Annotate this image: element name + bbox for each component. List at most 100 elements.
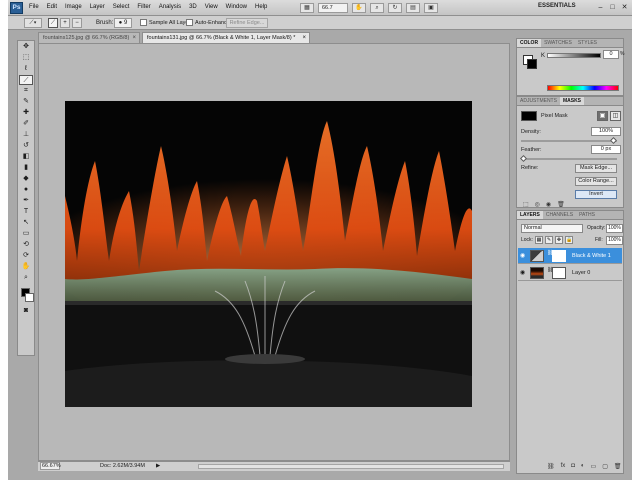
rotate-view-icon[interactable]: ↻ [388,3,402,13]
tab-styles[interactable]: STYLES [575,39,600,47]
zoom-tool-icon[interactable]: ⌕ [370,3,384,13]
density-field[interactable]: 100% [591,127,621,136]
healing-brush-tool-icon[interactable]: ✚ [19,108,33,118]
tab-color[interactable]: COLOR [517,39,542,47]
3d-orbit-tool-icon[interactable]: ⟳ [19,251,33,261]
new-selection-icon[interactable]: ⟋ [48,18,58,28]
type-tool-icon[interactable]: T [19,207,33,217]
visibility-eye-icon[interactable]: ◉ [520,269,525,276]
new-adjustment-icon[interactable]: ◐ [581,463,585,470]
menu-help[interactable]: Help [255,4,267,10]
color-ramp[interactable] [547,85,619,91]
gradient-tool-icon[interactable]: ▮ [19,163,33,173]
screen-mode-icon[interactable]: ▣ [424,3,438,13]
panel-background-swatch[interactable] [527,59,537,69]
maximize-icon[interactable]: □ [608,3,617,12]
history-brush-tool-icon[interactable]: ↺ [19,141,33,151]
lock-position-icon[interactable]: ✥ [555,236,563,244]
pixel-mask-icon[interactable]: ▣ [597,111,608,121]
channel-value-field[interactable]: 0 [603,50,619,59]
new-layer-icon[interactable]: ▢ [602,463,608,470]
close-icon[interactable]: ✕ [620,3,629,12]
layer-mask-thumbnail[interactable] [552,267,566,279]
marquee-tool-icon[interactable]: ⬚ [19,53,33,63]
eraser-tool-icon[interactable]: ◧ [19,152,33,162]
lock-all-icon[interactable]: 🔒 [565,236,573,244]
disable-mask-icon[interactable]: ◉ [546,201,551,208]
mask-edge-button[interactable]: Mask Edge... [575,164,617,173]
blend-mode-select[interactable]: Normal [521,224,583,233]
tab-masks[interactable]: MASKS [559,97,585,105]
load-selection-icon[interactable]: ⬚ [523,201,529,208]
menu-image[interactable]: Image [65,4,82,10]
new-group-icon[interactable]: ▭ [591,463,597,470]
density-slider[interactable] [521,136,618,145]
menu-filter[interactable]: Filter [137,4,150,10]
quick-selection-tool-icon[interactable]: ⟋ [19,75,33,85]
feather-slider-knob[interactable] [519,154,528,163]
tab-swatches[interactable]: SWATCHES [541,39,575,47]
link-icon[interactable]: ⛓ [547,267,553,279]
status-menu-arrow-icon[interactable]: ▶ [156,462,160,471]
visibility-eye-icon[interactable]: ◉ [520,252,525,259]
feather-field[interactable]: 0 px [591,145,621,154]
menu-select[interactable]: Select [113,4,130,10]
crop-tool-icon[interactable]: ⌗ [19,86,33,96]
status-zoom-field[interactable]: 66.67% [40,462,61,470]
background-color-swatch[interactable] [25,293,34,302]
workspace-switcher[interactable]: ESSENTIALS [538,3,576,9]
menu-window[interactable]: Window [226,4,247,10]
fill-field[interactable]: 100% [606,236,623,245]
layer-row-layer-0[interactable]: ◉ ⛓ Layer 0 [518,265,622,281]
layer-name[interactable]: Layer 0 [572,270,590,276]
close-tab-icon[interactable]: × [132,33,136,43]
color-swatches[interactable] [18,287,34,305]
menu-analysis[interactable]: Analysis [159,4,181,10]
dodge-tool-icon[interactable]: ● [19,185,33,195]
hand-tool-icon[interactable]: ✋ [19,262,33,272]
tab-paths[interactable]: PATHS [576,211,598,219]
hand-tool-icon[interactable]: ✋ [352,3,366,13]
menu-edit[interactable]: Edit [47,4,57,10]
invert-button[interactable]: Invert [575,190,617,199]
opacity-field[interactable]: 100% [606,224,623,233]
zoom-level-field[interactable]: 66.7 [318,3,348,13]
lasso-tool-icon[interactable]: ℓ [19,64,33,74]
move-tool-icon[interactable]: ✥ [19,42,33,52]
link-icon[interactable]: ⛓ [547,250,553,262]
quick-mask-icon[interactable]: ◙ [19,306,33,316]
document-tab-fountains125[interactable]: fountains125.jpg @ 66.7% (RGB/8) × [38,32,140,43]
close-tab-icon[interactable]: × [302,33,306,43]
pen-tool-icon[interactable]: ✒ [19,196,33,206]
add-mask-icon[interactable]: ◘ [571,463,575,470]
fountain-photo[interactable] [65,101,472,407]
layer-row-black-white-1[interactable]: ◉ ⛓ Black & White 1 [518,248,622,264]
arrange-documents-icon[interactable]: ▤ [406,3,420,13]
tab-adjustments[interactable]: ADJUSTMENTS [517,97,560,105]
brush-tool-icon[interactable]: ✐ [19,119,33,129]
menu-file[interactable]: File [29,4,39,10]
shape-tool-icon[interactable]: ▭ [19,229,33,239]
color-range-button[interactable]: Color Range... [575,177,617,186]
menu-layer[interactable]: Layer [90,4,105,10]
3d-rotate-tool-icon[interactable]: ⟲ [19,240,33,250]
minimize-icon[interactable]: – [596,3,605,12]
grayscale-slider[interactable] [547,53,601,58]
lock-image-icon[interactable]: ✎ [545,236,553,244]
document-tab-fountains131[interactable]: fountains131.jpg @ 66.7% (Black & White … [142,32,310,43]
lock-transparent-icon[interactable]: ▦ [535,236,543,244]
horizontal-scrollbar[interactable] [198,464,504,469]
clone-stamp-tool-icon[interactable]: ⊥ [19,130,33,140]
menu-view[interactable]: View [205,4,218,10]
vector-mask-icon[interactable]: ◫ [610,111,621,121]
apply-mask-icon[interactable]: ◎ [535,201,540,208]
auto-enhance-checkbox[interactable]: Auto-Enhance [186,19,230,26]
layer-mask-thumbnail[interactable] [552,250,566,262]
blur-tool-icon[interactable]: ◆ [19,174,33,184]
layer-style-icon[interactable]: fx [561,463,566,470]
menu-3d[interactable]: 3D [189,4,197,10]
subtract-from-selection-icon[interactable]: − [72,18,82,28]
brush-picker[interactable]: ● 9 [114,18,132,28]
delete-layer-icon[interactable]: 🗑 [614,463,622,470]
tab-channels[interactable]: CHANNELS [543,211,576,219]
